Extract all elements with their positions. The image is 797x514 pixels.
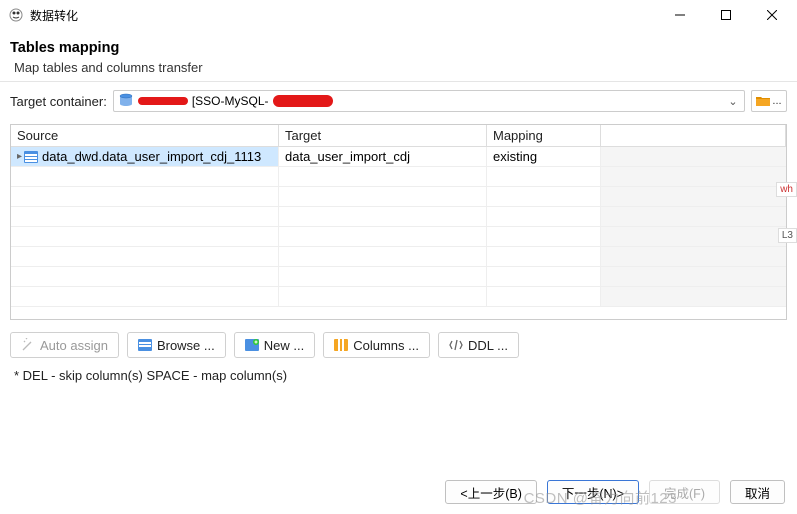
header-extra <box>601 125 786 147</box>
cell-target[interactable]: data_user_import_cdj <box>279 147 487 166</box>
wizard-footer: <上一步(B) 下一步(N)> 完成(F) 取消 <box>445 480 785 504</box>
expand-icon[interactable]: ▸ <box>17 151 22 162</box>
cell-source[interactable]: ▸ data_dwd.data_user_import_cdj_1113 <box>11 147 279 166</box>
finish-button[interactable]: 完成(F) <box>649 480 720 504</box>
table-header: Source Target Mapping <box>11 125 786 147</box>
window-title: 数据转化 <box>30 7 657 24</box>
back-button[interactable]: <上一步(B) <box>445 480 536 504</box>
columns-icon <box>334 338 348 352</box>
table-row[interactable] <box>11 287 786 307</box>
minimize-button[interactable] <box>657 0 703 30</box>
browse-button[interactable]: Browse ... <box>127 332 226 358</box>
table-row[interactable] <box>11 207 786 227</box>
auto-assign-button[interactable]: Auto assign <box>10 332 119 358</box>
cell-mapping[interactable]: existing <box>487 147 601 166</box>
close-button[interactable] <box>749 0 795 30</box>
cell-extra <box>601 147 786 166</box>
edge-label: wh <box>776 182 797 197</box>
header-mapping[interactable]: Mapping <box>487 125 601 147</box>
folder-icon <box>756 95 770 107</box>
cancel-button[interactable]: 取消 <box>730 480 785 504</box>
page-subtitle: Map tables and columns transfer <box>14 60 797 75</box>
header-target[interactable]: Target <box>279 125 487 147</box>
table-row[interactable] <box>11 187 786 207</box>
table-row[interactable] <box>11 167 786 187</box>
app-icon <box>8 7 24 23</box>
table-row[interactable] <box>11 227 786 247</box>
action-buttons: Auto assign Browse ... New ... Columns .… <box>0 320 797 364</box>
page-header: Tables mapping Map tables and columns tr… <box>0 30 797 81</box>
table-row[interactable]: ▸ data_dwd.data_user_import_cdj_1113 dat… <box>11 147 786 167</box>
columns-button[interactable]: Columns ... <box>323 332 430 358</box>
table-row[interactable] <box>11 247 786 267</box>
redacted-text <box>138 97 188 105</box>
browse-folder-button[interactable]: ... <box>751 90 787 112</box>
database-icon <box>118 93 134 109</box>
next-button[interactable]: 下一步(N)> <box>547 480 639 504</box>
ddl-icon <box>449 338 463 352</box>
target-container-select[interactable]: [SSO-MySQL- ⌄ <box>113 90 745 112</box>
wand-icon <box>21 338 35 352</box>
chevron-down-icon: ⌄ <box>726 95 740 108</box>
target-text-fragment: [SSO-MySQL- <box>192 94 269 108</box>
target-container-row: Target container: [SSO-MySQL- ⌄ ... <box>0 81 797 120</box>
new-button[interactable]: New ... <box>234 332 315 358</box>
target-container-label: Target container: <box>10 94 107 109</box>
header-source[interactable]: Source <box>11 125 279 147</box>
table-icon <box>24 151 38 163</box>
mapping-table: Source Target Mapping ▸ data_dwd.data_us… <box>10 124 787 320</box>
title-bar: 数据转化 <box>0 0 797 30</box>
new-table-icon <box>245 338 259 352</box>
maximize-button[interactable] <box>703 0 749 30</box>
page-title: Tables mapping <box>10 40 797 56</box>
ddl-button[interactable]: DDL ... <box>438 332 519 358</box>
table-row[interactable] <box>11 267 786 287</box>
redacted-text <box>273 95 333 107</box>
source-value: data_dwd.data_user_import_cdj_1113 <box>42 149 261 164</box>
hint-text: * DEL - skip column(s) SPACE - map colum… <box>0 364 797 387</box>
table-icon <box>138 338 152 352</box>
edge-label: L3 <box>778 228 797 243</box>
